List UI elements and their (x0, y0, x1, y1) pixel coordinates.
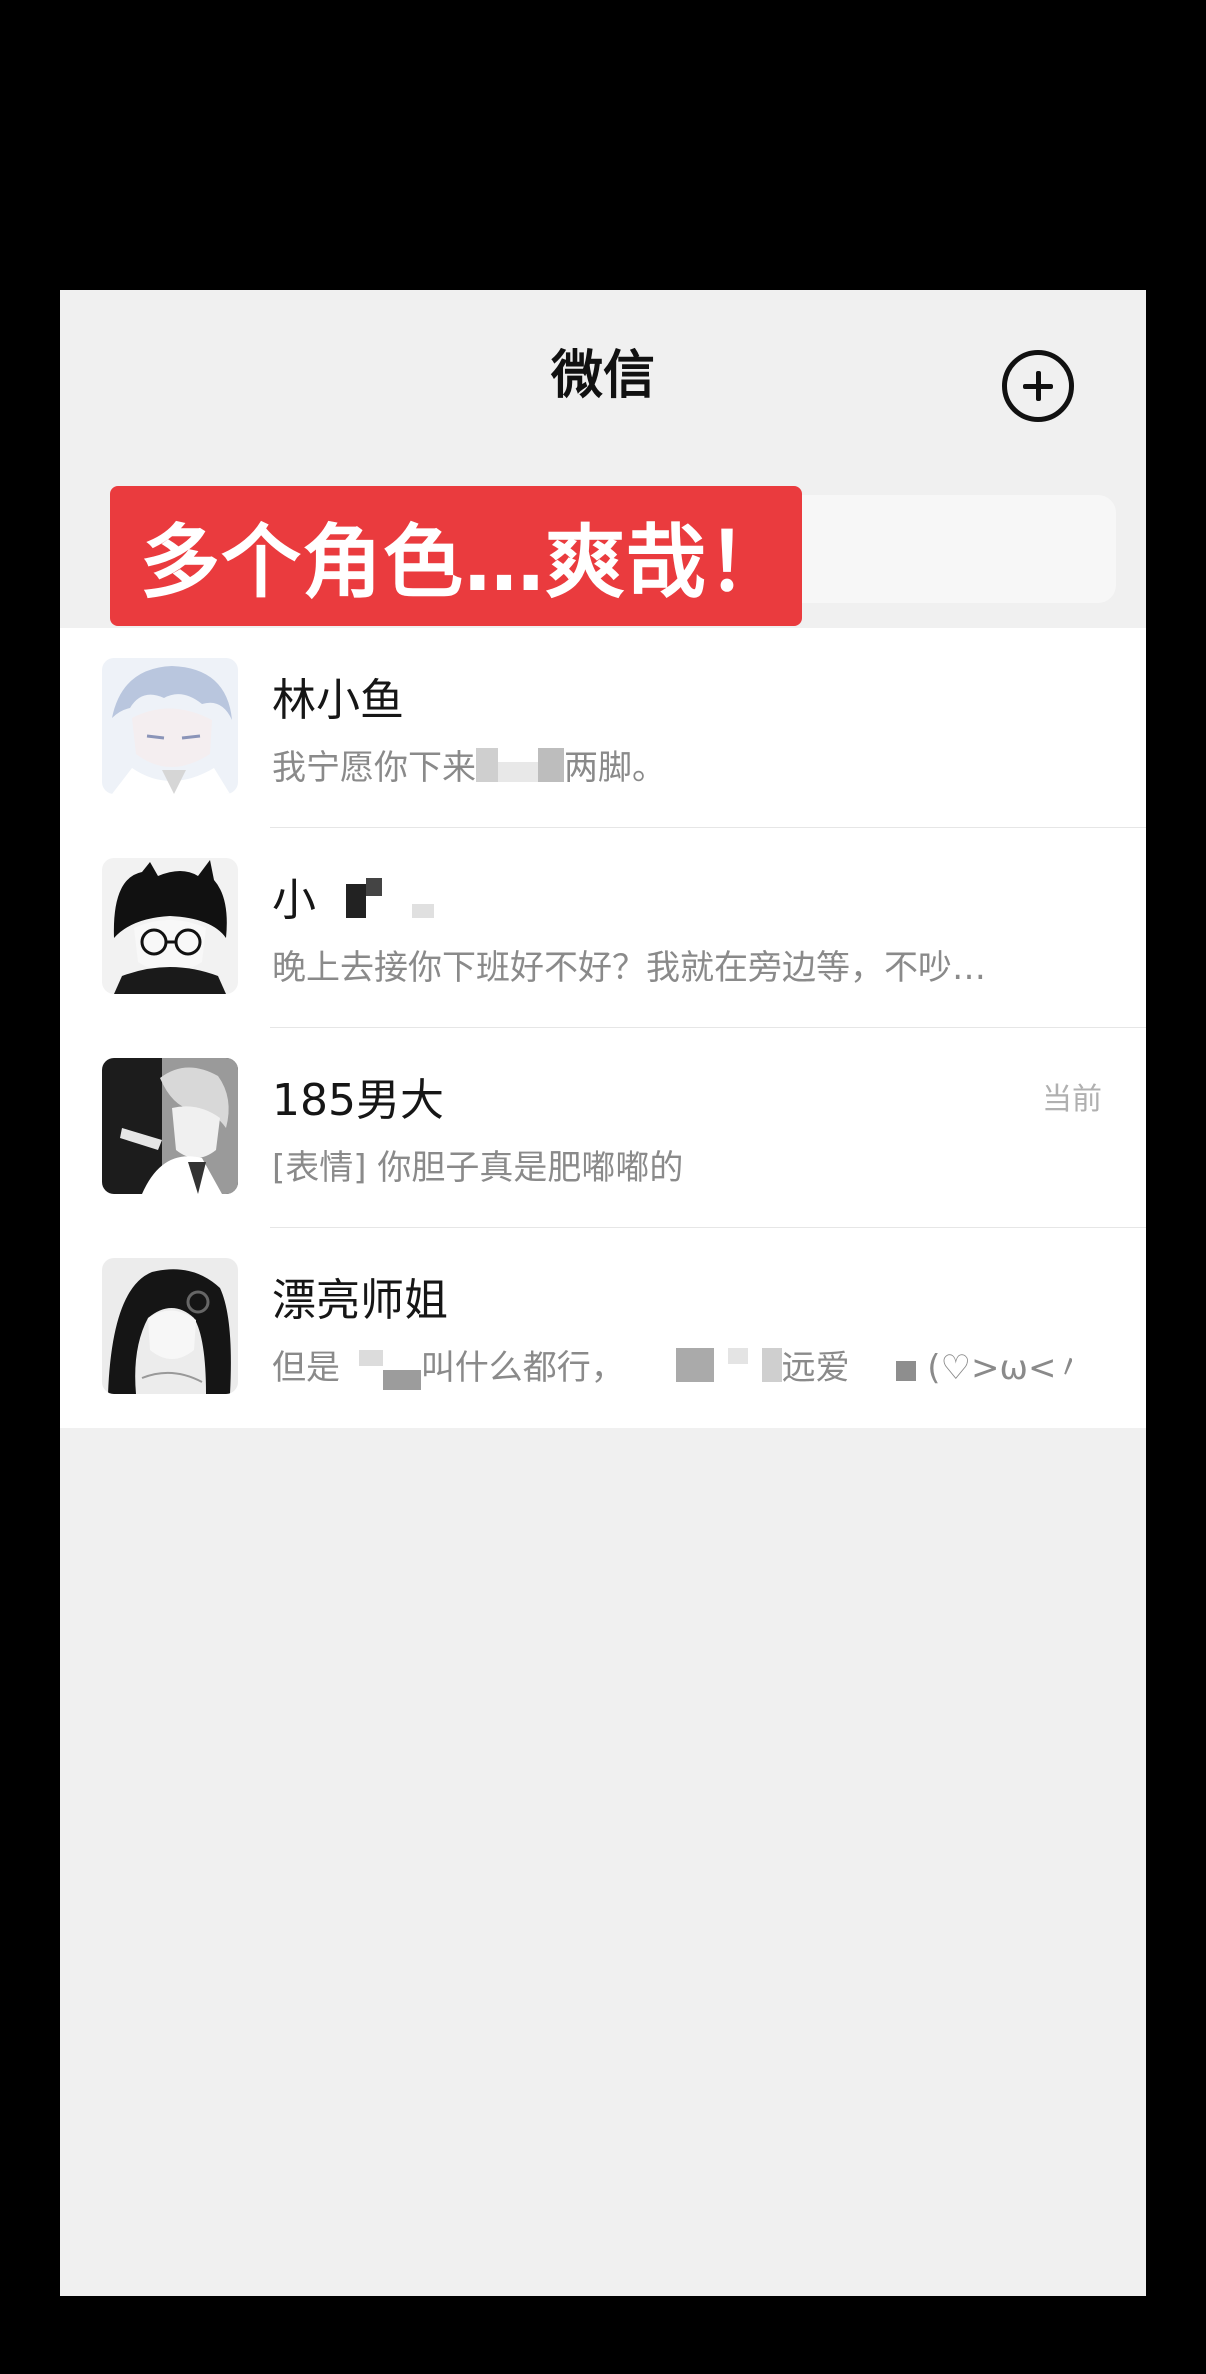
chat-preview: [表情] 你胆子真是肥嘟嘟的 (272, 1148, 684, 1188)
chat-name-text: 小 (272, 875, 316, 926)
chat-name: 漂亮师姐 (272, 1275, 448, 1326)
chat-name: 小 (272, 864, 434, 929)
chat-name: 185男大 (272, 1075, 444, 1126)
avatar[interactable] (102, 1258, 238, 1394)
mosaic-blur (675, 1348, 782, 1391)
chat-preview: 晚上去接你下班好不好？我就在旁边等，不吵… (272, 948, 986, 988)
chat-preview-part: (♡>ω<〃) (927, 1348, 1072, 1388)
header-bar: 微信 (60, 290, 1146, 450)
chat-row[interactable]: 漂亮师姐 但是 叫什么都行， 远爱 (♡>ω<〃) (60, 1228, 1146, 1428)
chat-name: 林小鱼 (272, 675, 404, 726)
page-title: 微信 (550, 345, 655, 406)
chat-preview-part: 远爱 (781, 1348, 850, 1388)
chat-row[interactable]: 林小鱼 我宁愿你下来 两脚。 (60, 628, 1146, 828)
chat-time: 当前 (1042, 1082, 1102, 1117)
mosaic-blur (476, 748, 564, 791)
mosaic-blur (346, 877, 434, 929)
chat-list: 林小鱼 我宁愿你下来 两脚。 小 晚上去接你下班好不好？我就在旁边等，不吵… 1… (60, 628, 1146, 1428)
chat-preview: 但是 叫什么都行， 远爱 (♡>ω<〃) (272, 1340, 1072, 1391)
mosaic-blur (358, 1349, 421, 1390)
avatar[interactable] (102, 658, 238, 794)
chat-preview-end: 两脚。 (564, 748, 666, 788)
chat-preview-part: 但是 (272, 1348, 340, 1388)
phone-screen: 微信 多个角色…爽哉！ 林小鱼 我宁愿你下来 两脚。 小 晚上去接你下班好不好？… (60, 290, 1146, 2296)
chat-row[interactable]: 185男大 [表情] 你胆子真是肥嘟嘟的 当前 (60, 1028, 1146, 1228)
chat-preview-part: 叫什么都行， (420, 1348, 625, 1388)
plus-circle-icon[interactable] (1002, 350, 1074, 422)
chat-preview: 我宁愿你下来 两脚。 (272, 740, 1072, 791)
avatar[interactable] (102, 1058, 238, 1194)
chat-row[interactable]: 小 晚上去接你下班好不好？我就在旁边等，不吵… (60, 828, 1146, 1028)
chat-preview-start: 我宁愿你下来 (272, 748, 476, 788)
avatar[interactable] (102, 858, 238, 994)
overlay-banner: 多个角色…爽哉！ (110, 486, 802, 626)
mosaic-blur (896, 1350, 917, 1390)
